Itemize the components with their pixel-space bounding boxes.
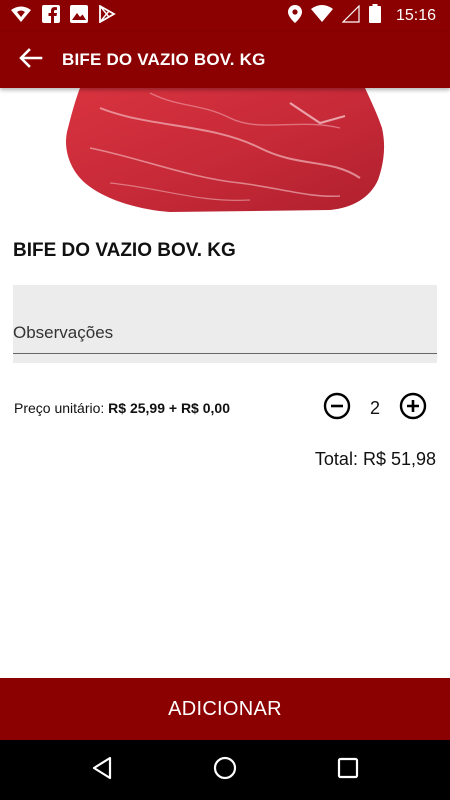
image-icon [70,4,88,28]
system-nav-bar [0,740,450,800]
decrement-button[interactable] [322,392,352,425]
arrow-left-icon [19,47,43,73]
signal-icon [341,4,360,28]
status-time: 15:16 [395,7,436,24]
circle-home-icon [213,756,237,785]
status-left-icons [10,3,116,28]
quantity-stepper: 2 [322,392,428,425]
back-button[interactable] [0,32,62,88]
battery-icon [368,4,381,28]
increment-button[interactable] [398,392,428,425]
add-button[interactable]: ADICIONAR [0,678,450,740]
wifi-icon [310,5,333,27]
minus-circle-icon [323,392,351,425]
wifi-shield-icon [10,5,32,28]
app-bar: BIFE DO VAZIO BOV. KG [0,32,450,88]
unit-price: Preço unitário: R$ 25,99 + R$ 0,00 [14,400,230,416]
quantity-value: 2 [369,397,380,418]
observations-field[interactable]: Observações [13,285,437,363]
location-icon [287,4,302,28]
square-recents-icon [337,757,359,784]
plus-circle-icon [399,392,427,425]
product-name: BIFE DO VAZIO BOV. KG [13,240,236,261]
status-right-icons: 15:16 [287,4,436,28]
beef-cut-image [65,88,385,212]
observations-label: Observações [13,323,114,342]
nav-back-button[interactable] [77,745,127,795]
play-store-icon [98,3,116,28]
facebook-icon [42,4,60,28]
nav-home-button[interactable] [200,745,250,795]
observations-underline [13,353,437,354]
product-image [0,88,450,212]
unit-price-label: Preço unitário: [14,400,105,416]
status-bar: 15:16 [0,0,450,32]
nav-recents-button[interactable] [323,745,373,795]
total-price: Total: R$ 51,98 [314,449,436,469]
page-title: BIFE DO VAZIO BOV. KG [62,50,266,69]
triangle-back-icon [91,756,113,785]
unit-price-value: R$ 25,99 + R$ 0,00 [108,400,230,416]
